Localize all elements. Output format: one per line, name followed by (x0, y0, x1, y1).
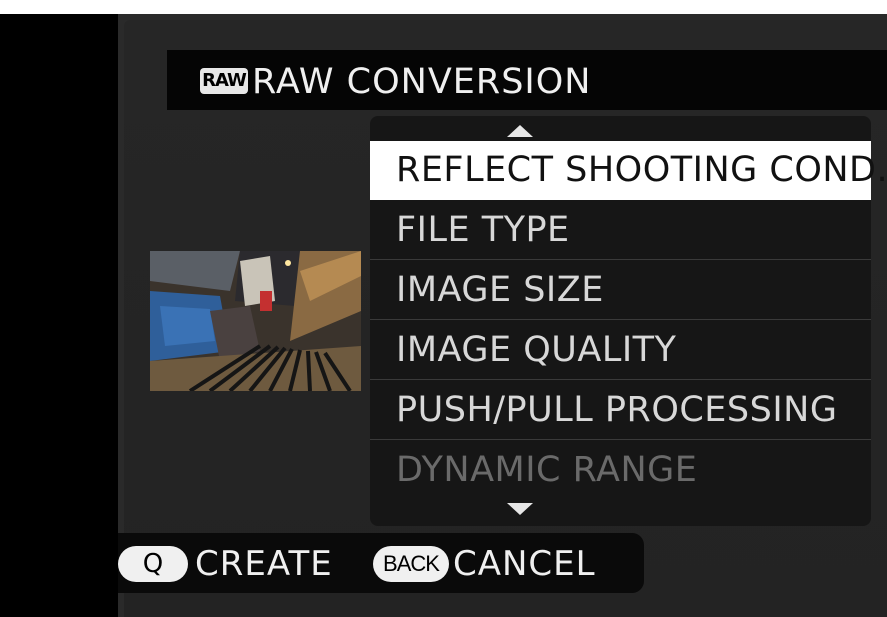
menu-item-push-pull-processing[interactable]: PUSH/PULL PROCESSING (370, 381, 871, 440)
menu-item-dynamic-range[interactable]: DYNAMIC RANGE (370, 441, 871, 500)
menu-item-image-size[interactable]: IMAGE SIZE (370, 261, 871, 320)
top-border (0, 0, 887, 14)
menu-item-file-type[interactable]: FILE TYPE (370, 201, 871, 260)
menu-item-image-quality[interactable]: IMAGE QUALITY (370, 321, 871, 380)
image-thumbnail (150, 251, 361, 391)
photo-preview (150, 251, 361, 391)
triangle-down-icon[interactable] (507, 503, 533, 515)
page-title: RAW CONVERSION (252, 62, 592, 102)
back-button[interactable]: BACK (373, 546, 449, 582)
left-bezel (0, 14, 118, 617)
raw-badge-icon: RAW (200, 68, 248, 94)
triangle-up-icon[interactable] (507, 125, 533, 137)
q-button[interactable]: Q (118, 546, 188, 582)
menu-item-reflect-shooting-cond[interactable]: REFLECT SHOOTING COND. (370, 141, 887, 200)
create-label: CREATE (195, 544, 333, 584)
cancel-label: CANCEL (453, 544, 596, 584)
